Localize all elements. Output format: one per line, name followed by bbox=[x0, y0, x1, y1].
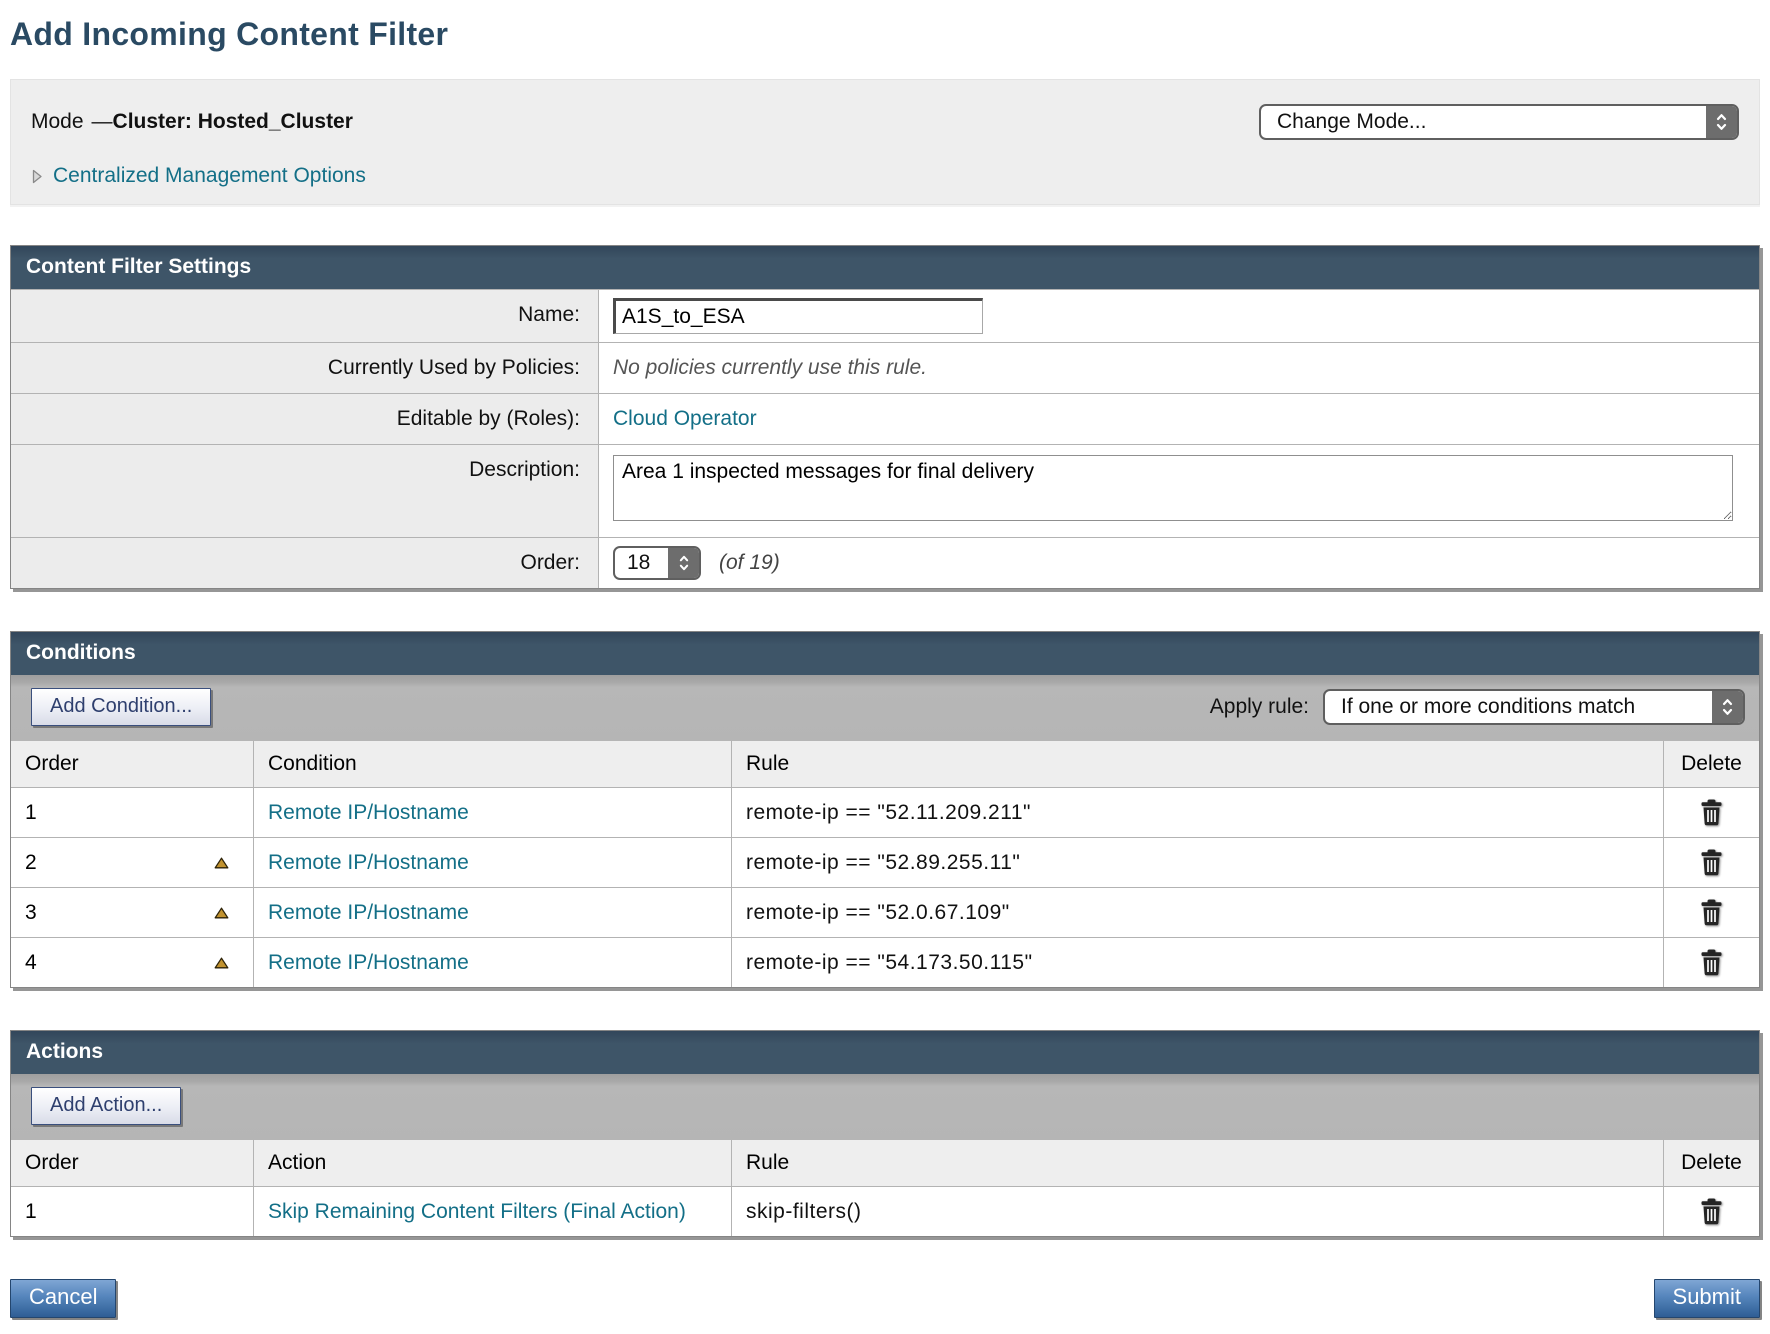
condition-rule: remote-ip == "52.0.67.109" bbox=[746, 901, 1010, 925]
cloud-operator-link[interactable]: Cloud Operator bbox=[613, 407, 757, 431]
condition-row: 4 Remote IP/Hostname remote-ip == "54.17… bbox=[11, 937, 1759, 987]
add-condition-button[interactable]: Add Condition... bbox=[31, 688, 211, 726]
action-link[interactable]: Skip Remaining Content Filters (Final Ac… bbox=[268, 1200, 686, 1224]
action-row: 1 Skip Remaining Content Filters (Final … bbox=[11, 1186, 1759, 1236]
trash-icon[interactable] bbox=[1700, 799, 1723, 826]
submit-button[interactable]: Submit bbox=[1654, 1279, 1760, 1318]
used-by-policies-row: Currently Used by Policies: No policies … bbox=[11, 342, 1759, 393]
column-header-action: Action bbox=[254, 1140, 732, 1186]
used-by-policies-value: No policies currently use this rule. bbox=[613, 356, 927, 380]
mode-label: Mode bbox=[31, 110, 84, 133]
condition-row: 3 Remote IP/Hostname remote-ip == "52.0.… bbox=[11, 887, 1759, 937]
apply-rule-select-value: If one or more conditions match bbox=[1325, 691, 1712, 723]
change-mode-select-value: Change Mode... bbox=[1261, 106, 1706, 138]
trash-icon[interactable] bbox=[1700, 849, 1723, 876]
trash-icon[interactable] bbox=[1700, 899, 1723, 926]
condition-row: 1 Remote IP/Hostname remote-ip == "52.11… bbox=[11, 787, 1759, 837]
order-select[interactable]: 18 bbox=[613, 546, 701, 580]
column-header-delete: Delete bbox=[1664, 1140, 1759, 1186]
apply-rule-select[interactable]: If one or more conditions match bbox=[1323, 689, 1745, 725]
column-header-rule: Rule bbox=[732, 1140, 1664, 1186]
move-up-icon[interactable] bbox=[214, 957, 229, 969]
move-up-icon[interactable] bbox=[214, 857, 229, 869]
condition-order: 2 bbox=[25, 851, 37, 875]
description-textarea[interactable]: Area 1 inspected messages for final deli… bbox=[613, 455, 1733, 521]
condition-link[interactable]: Remote IP/Hostname bbox=[268, 951, 469, 975]
order-row: Order: 18 (of 19) bbox=[11, 537, 1759, 588]
condition-rule: remote-ip == "52.11.209.211" bbox=[746, 801, 1031, 825]
disclosure-triangle-icon[interactable] bbox=[31, 168, 43, 185]
condition-order: 3 bbox=[25, 901, 37, 925]
content-filter-settings-header: Content Filter Settings bbox=[11, 246, 1759, 289]
condition-row: 2 Remote IP/Hostname remote-ip == "52.89… bbox=[11, 837, 1759, 887]
trash-icon[interactable] bbox=[1700, 1198, 1723, 1225]
condition-link[interactable]: Remote IP/Hostname bbox=[268, 851, 469, 875]
name-row: Name: bbox=[11, 289, 1759, 342]
add-action-button[interactable]: Add Action... bbox=[31, 1087, 181, 1125]
conditions-toolbar: Add Condition... Apply rule: If one or m… bbox=[11, 675, 1759, 741]
name-input[interactable] bbox=[613, 298, 983, 334]
order-total: (of 19) bbox=[719, 551, 780, 575]
mode-dash: — bbox=[92, 110, 113, 133]
footer-bar: Cancel Submit bbox=[10, 1279, 1760, 1318]
mode-value: Cluster: Hosted_Cluster bbox=[113, 110, 353, 133]
page-container: Add Incoming Content Filter Mode —Cluster… bbox=[10, 16, 1760, 1318]
column-header-order: Order bbox=[11, 1140, 254, 1186]
action-order: 1 bbox=[25, 1200, 37, 1224]
order-label: Order: bbox=[11, 538, 599, 588]
page-title: Add Incoming Content Filter bbox=[10, 16, 1760, 53]
actions-toolbar: Add Action... bbox=[11, 1074, 1759, 1140]
condition-link[interactable]: Remote IP/Hostname bbox=[268, 901, 469, 925]
name-label: Name: bbox=[11, 290, 599, 342]
column-header-delete: Delete bbox=[1664, 741, 1759, 787]
select-stepper-icon bbox=[1712, 691, 1743, 723]
mode-text: Mode —Cluster: Hosted_Cluster bbox=[31, 110, 353, 134]
condition-rule: remote-ip == "54.173.50.115" bbox=[746, 951, 1033, 975]
action-rule: skip-filters() bbox=[746, 1200, 862, 1224]
actions-header: Actions bbox=[11, 1031, 1759, 1074]
editable-by-roles-row: Editable by (Roles): Cloud Operator bbox=[11, 393, 1759, 444]
used-by-policies-label: Currently Used by Policies: bbox=[11, 343, 599, 393]
actions-column-headers: Order Action Rule Delete bbox=[11, 1140, 1759, 1186]
mode-panel: Mode —Cluster: Hosted_Cluster Change Mode… bbox=[10, 79, 1760, 205]
move-up-icon[interactable] bbox=[214, 907, 229, 919]
column-header-rule: Rule bbox=[732, 741, 1664, 787]
content-filter-settings-section: Content Filter Settings Name: Currently … bbox=[10, 245, 1760, 589]
editable-by-roles-label: Editable by (Roles): bbox=[11, 394, 599, 444]
trash-icon[interactable] bbox=[1700, 949, 1723, 976]
description-label: Description: bbox=[11, 445, 599, 537]
condition-rule: remote-ip == "52.89.255.11" bbox=[746, 851, 1020, 875]
description-row: Description: Area 1 inspected messages f… bbox=[11, 444, 1759, 537]
centralized-management-options-link[interactable]: Centralized Management Options bbox=[53, 164, 366, 188]
conditions-column-headers: Order Condition Rule Delete bbox=[11, 741, 1759, 787]
conditions-section: Conditions Add Condition... Apply rule: … bbox=[10, 631, 1760, 988]
change-mode-select[interactable]: Change Mode... bbox=[1259, 104, 1739, 140]
conditions-header: Conditions bbox=[11, 632, 1759, 675]
actions-section: Actions Add Action... Order Action Rule … bbox=[10, 1030, 1760, 1237]
select-stepper-icon bbox=[668, 548, 699, 578]
select-stepper-icon bbox=[1706, 106, 1737, 138]
cancel-button[interactable]: Cancel bbox=[10, 1279, 116, 1318]
condition-link[interactable]: Remote IP/Hostname bbox=[268, 801, 469, 825]
condition-order: 1 bbox=[25, 801, 37, 825]
order-select-value: 18 bbox=[615, 548, 668, 578]
column-header-condition: Condition bbox=[254, 741, 732, 787]
apply-rule-label: Apply rule: bbox=[1210, 695, 1309, 719]
column-header-order: Order bbox=[11, 741, 254, 787]
condition-order: 4 bbox=[25, 951, 37, 975]
